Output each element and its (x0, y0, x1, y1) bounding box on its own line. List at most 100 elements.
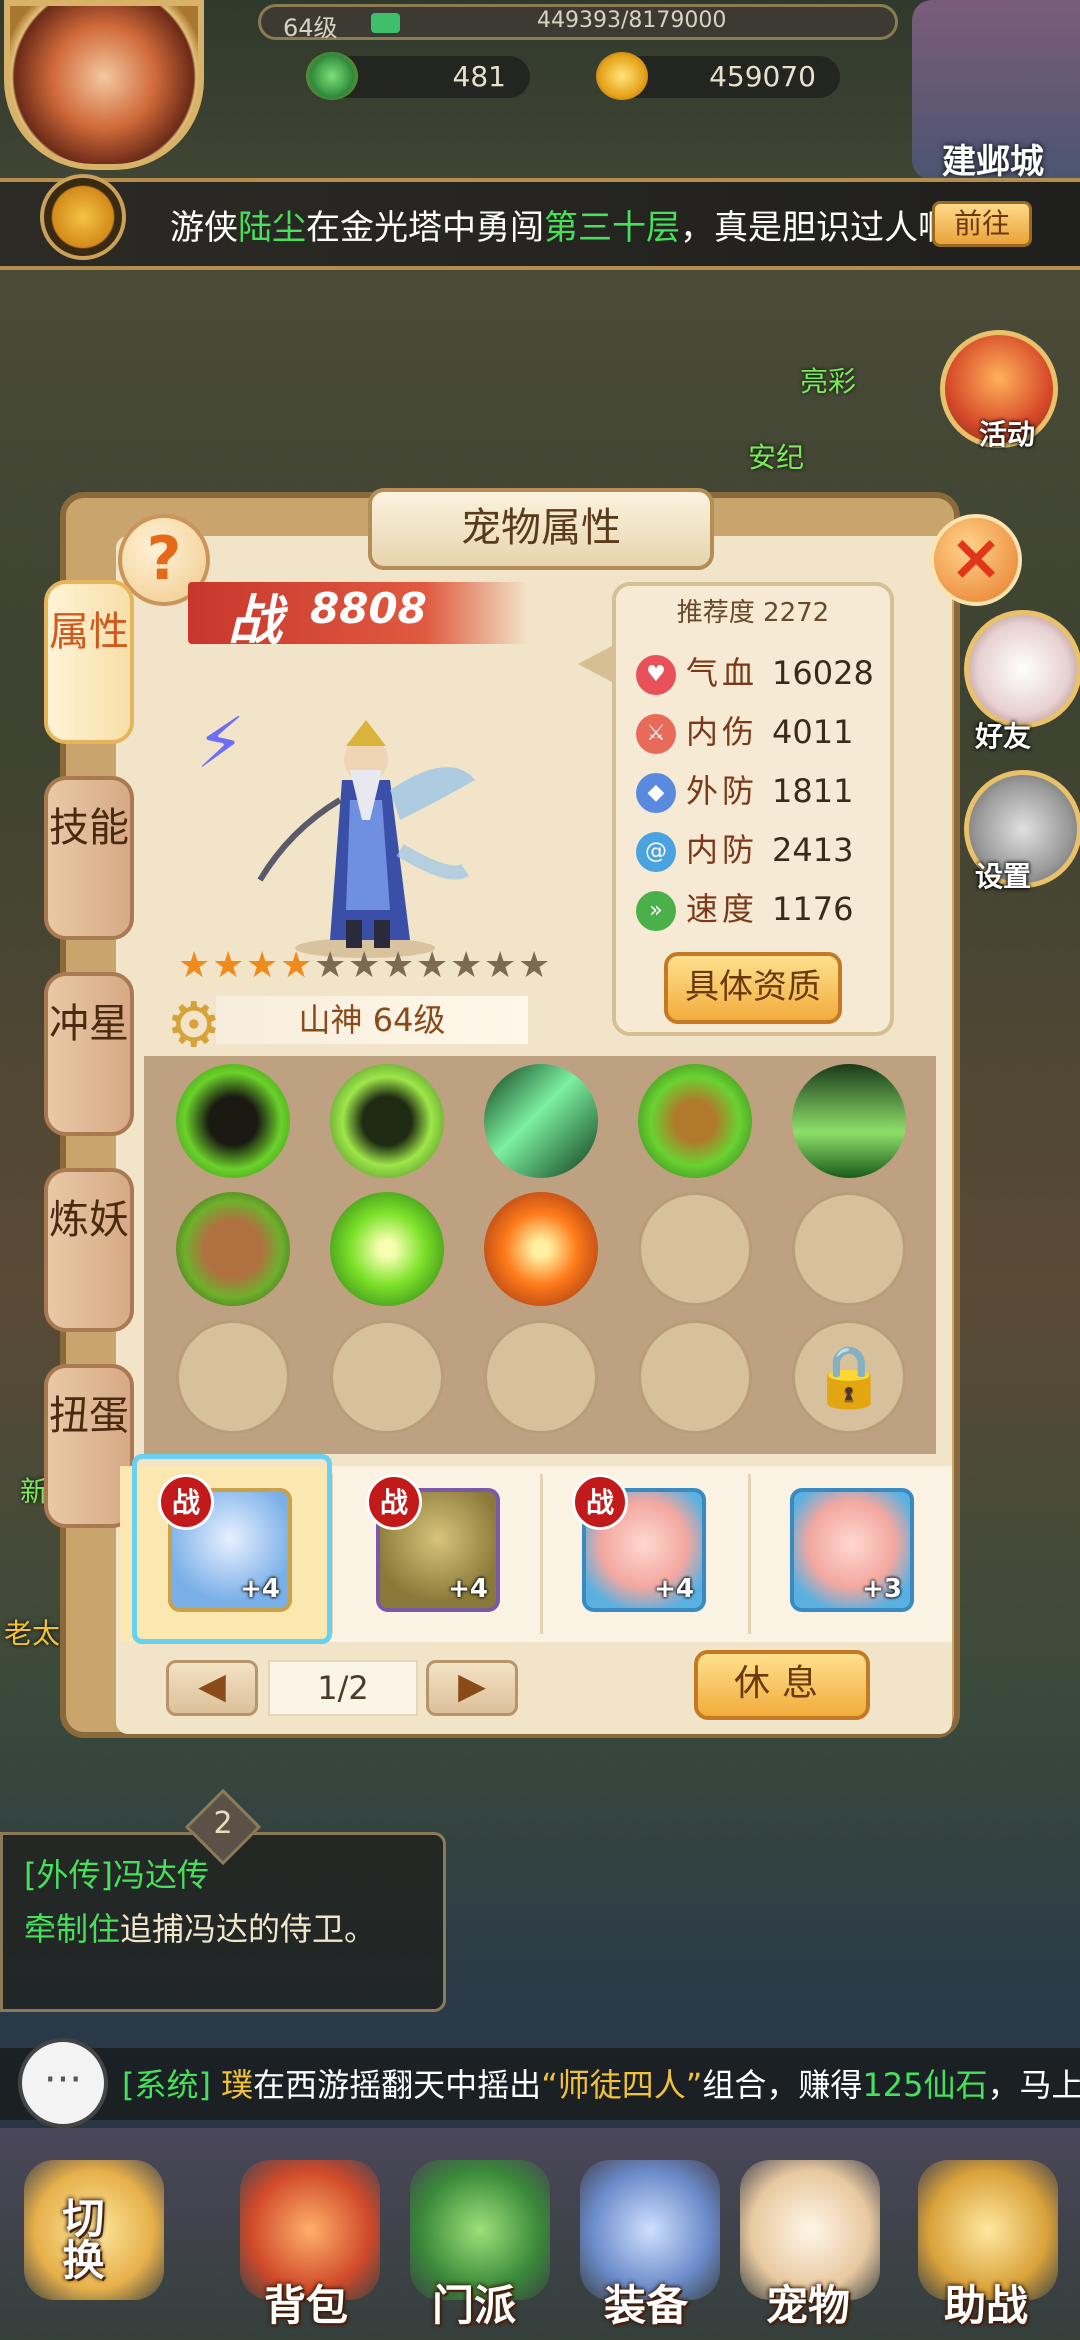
tab-skills[interactable]: 技能 (44, 776, 134, 940)
gear-icon: ⚙ (166, 988, 222, 1061)
star-icon: ★ (212, 945, 245, 986)
stat-row-outer-defense: ◆ 外防 1811 (636, 766, 853, 816)
battle-badge: 战 (366, 1474, 422, 1530)
pet-card-level: +4 (654, 1574, 694, 1604)
settings-label: 设置 (975, 860, 1032, 893)
broadcast-pre: 游侠 (170, 208, 238, 248)
quest-action: 牵制住 (24, 1910, 121, 1948)
stat-value: 4011 (772, 713, 854, 751)
stat-label: 外防 (686, 772, 759, 810)
tab-attributes[interactable]: 属性 (44, 580, 134, 744)
menu-label-sect[interactable]: 门派 (432, 2272, 516, 2333)
city-minimap[interactable]: 建邺城 (912, 0, 1080, 182)
pet-card-level: +4 (240, 1574, 280, 1604)
friends-label: 好友 (975, 720, 1032, 753)
friends-button[interactable]: 好友 (964, 610, 1080, 753)
pet-name-level: 山神 64级 (216, 996, 528, 1044)
empty-skill-slot[interactable] (638, 1320, 752, 1434)
star-icon: ★ (450, 945, 483, 986)
exp-text: 449393/8179000 (537, 8, 727, 33)
skill-icon[interactable] (484, 1064, 598, 1178)
stat-row-speed: » 速度 1176 (636, 884, 853, 934)
chat-text: 组合，赚得 (702, 2066, 863, 2104)
recommend-label: 推荐度 (676, 598, 755, 628)
coin-amount: 481 (452, 60, 506, 93)
tab-star-up[interactable]: 冲星 (44, 972, 134, 1136)
skill-icon[interactable] (484, 1192, 598, 1306)
skill-icon[interactable] (330, 1064, 444, 1178)
quest-target: 追捕冯达的侍卫。 (120, 1910, 377, 1948)
settings-button[interactable]: 设置 (964, 770, 1080, 893)
chat-text: 在西游摇翻天中摇出 (253, 2066, 542, 2104)
power-label: 战 (228, 589, 282, 652)
star-icon: ★ (416, 945, 449, 986)
chat-player: 璞 (221, 2066, 254, 2104)
page-indicator: 1/2 (268, 1660, 418, 1716)
broadcast-floor: 第三十层 (544, 208, 680, 248)
battle-badge: 战 (572, 1474, 628, 1530)
player-level: 64级 (283, 14, 338, 42)
prev-page-button[interactable]: ◀ (166, 1660, 258, 1716)
stat-value: 16028 (772, 654, 874, 692)
close-button[interactable]: × (930, 514, 1022, 606)
detail-aptitude-button[interactable]: 具体资质 (664, 952, 842, 1024)
empty-skill-slot[interactable] (330, 1320, 444, 1434)
battle-badge: 战 (158, 1474, 214, 1530)
menu-label-switch[interactable]: 切换 (50, 2196, 111, 2280)
skill-icon[interactable] (176, 1192, 290, 1306)
boot-icon: » (636, 891, 676, 931)
skill-icon[interactable] (176, 1064, 290, 1178)
npc-name[interactable]: 亮彩 (800, 360, 856, 400)
chat-reward: 125仙石 (862, 2066, 988, 2104)
skill-icon[interactable] (792, 1064, 906, 1178)
stat-label: 气血 (686, 654, 759, 692)
activity-label: 活动 (979, 418, 1036, 451)
exp-bar: 64级 449393/8179000 (258, 4, 898, 42)
rest-button[interactable]: 休息 (694, 1650, 870, 1720)
star-icon: ★ (178, 945, 211, 986)
panel-title: 宠物属性 (368, 488, 714, 570)
stat-label: 内防 (686, 831, 759, 869)
goto-button[interactable]: 前往 (932, 201, 1032, 247)
empty-skill-slot[interactable] (792, 1192, 906, 1306)
pet-card-level: +3 (862, 1574, 902, 1604)
pet-card-level: +4 (448, 1574, 488, 1604)
menu-label-bag[interactable]: 背包 (264, 2272, 348, 2333)
pet-card[interactable]: +3 (790, 1488, 914, 1612)
stats-pointer (578, 646, 612, 682)
star-icon: ★ (246, 945, 279, 986)
chat-bubble-icon[interactable]: ··· (18, 2038, 108, 2128)
stat-value: 1811 (772, 772, 854, 810)
lock-icon[interactable]: 🔒 (792, 1320, 906, 1434)
tab-refine[interactable]: 炼妖 (44, 1168, 134, 1332)
npc-name[interactable]: 安纪 (748, 436, 804, 476)
broadcast-text: 游侠陆尘在金光塔中勇闯第三十层，真是胆识过人啊~! (170, 200, 994, 249)
menu-label-equipment[interactable]: 装备 (604, 2272, 688, 2333)
shield-icon: ◆ (636, 773, 676, 813)
stat-value: 1176 (772, 890, 854, 928)
activity-button[interactable]: 活动 (940, 330, 1058, 451)
quest-title[interactable]: [外传]冯达传 (24, 1850, 209, 1896)
heart-icon: ♥ (636, 655, 676, 695)
exp-bar-fill (371, 13, 400, 33)
quest-desc[interactable]: 牵制住追捕冯达的侍卫。 (24, 1904, 376, 1950)
empty-skill-slot[interactable] (638, 1192, 752, 1306)
skill-icon[interactable] (638, 1064, 752, 1178)
star-icon: ★ (280, 945, 313, 986)
stat-label: 内伤 (686, 713, 759, 751)
star-icon: ★ (314, 945, 347, 986)
gold-amount: 459070 (709, 60, 816, 93)
pet-figure (257, 720, 475, 958)
divider (540, 1474, 543, 1634)
player-avatar[interactable] (4, 0, 204, 170)
menu-label-pet[interactable]: 宠物 (766, 2272, 850, 2333)
menu-label-assist[interactable]: 助战 (944, 2272, 1028, 2333)
divider (748, 1474, 751, 1634)
stat-row-hp: ♥ 气血 16028 (636, 648, 874, 698)
skill-icon[interactable] (330, 1192, 444, 1306)
next-page-button[interactable]: ▶ (426, 1660, 518, 1716)
star-icon: ★ (484, 945, 517, 986)
empty-skill-slot[interactable] (176, 1320, 290, 1434)
empty-skill-slot[interactable] (484, 1320, 598, 1434)
sword-icon: ⚔ (636, 714, 676, 754)
